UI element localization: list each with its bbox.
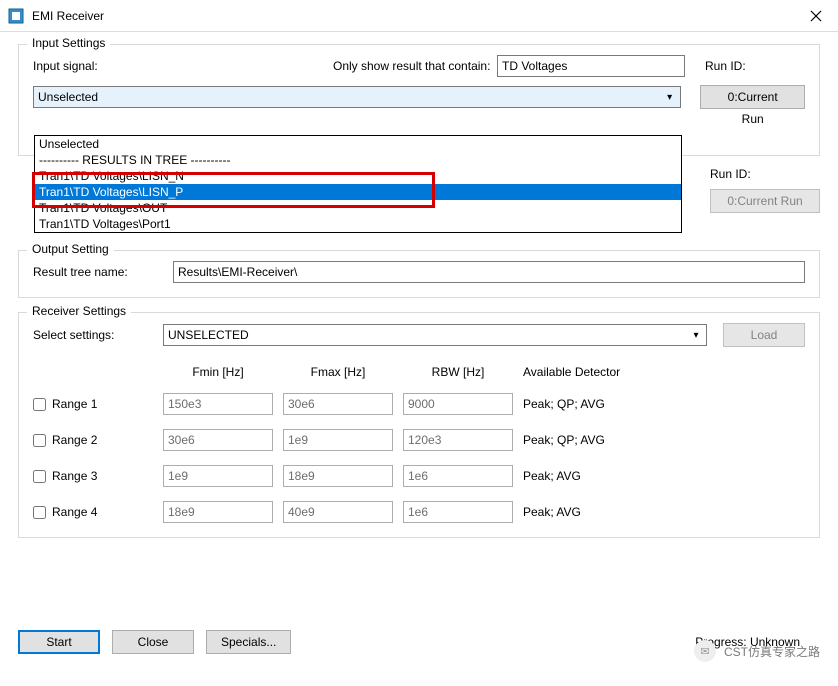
run-id-button-1[interactable]: 0:Current Run [700,85,805,109]
receiver-settings-group: Receiver Settings Select settings: UNSEL… [18,312,820,538]
run-id-label-1: Run ID: [705,59,765,73]
input-signal-combo-text: Unselected [38,90,662,104]
range-label: Range 3 [52,469,97,483]
select-settings-text: UNSELECTED [168,328,688,342]
close-icon[interactable] [802,2,830,30]
select-settings-combo[interactable]: UNSELECTED ▾ [163,324,707,346]
range-detector-text: Peak; QP; AVG [523,433,805,447]
result-tree-label: Result tree name: [33,265,173,279]
range-detector-text: Peak; AVG [523,505,805,519]
close-button[interactable]: Close [112,630,194,654]
input-settings-legend: Input Settings [27,36,110,50]
range-checkbox[interactable]: Range 3 [33,469,153,483]
dropdown-item[interactable]: Tran1\TD Voltages\LISN_N [35,168,681,184]
receiver-settings-legend: Receiver Settings [27,304,131,318]
title-bar: EMI Receiver [0,0,838,32]
run-id-label-2: Run ID: [710,167,820,181]
select-settings-label: Select settings: [33,328,163,342]
specials-button[interactable]: Specials... [206,630,291,654]
dropdown-item[interactable]: Unselected [35,136,681,152]
range-detector-text: Peak; QP; AVG [523,397,805,411]
range-fmin-input [163,393,273,415]
output-setting-legend: Output Setting [27,242,114,256]
dropdown-item[interactable]: ---------- RESULTS IN TREE ---------- [35,152,681,168]
range-fmin-input [163,429,273,451]
range-rbw-input [403,393,513,415]
range-fmax-input [283,465,393,487]
wechat-icon: ✉ [694,640,716,662]
range-rbw-input [403,429,513,451]
range-fmax-input [283,501,393,523]
col-fmin: Fmin [Hz] [163,365,273,379]
chevron-down-icon: ▾ [662,92,678,103]
window-title: EMI Receiver [32,9,802,23]
ranges-grid: Fmin [Hz] Fmax [Hz] RBW [Hz] Available D… [33,365,805,523]
dropdown-item[interactable]: Tran1\TD Voltages\LISN_P [35,184,681,200]
range-checkbox[interactable]: Range 2 [33,433,153,447]
col-rbw: RBW [Hz] [403,365,513,379]
watermark-text: CST仿真专家之路 [724,643,820,660]
range-check[interactable] [33,506,46,519]
result-tree-input[interactable] [173,261,805,283]
col-fmax: Fmax [Hz] [283,365,393,379]
filter-input[interactable] [497,55,685,77]
watermark: ✉ CST仿真专家之路 [694,640,820,662]
app-icon [8,8,24,24]
range-fmax-input [283,429,393,451]
col-det: Available Detector [523,365,805,379]
chevron-down-icon: ▾ [688,330,704,341]
range-rbw-input [403,501,513,523]
range-fmin-input [163,501,273,523]
range-checkbox[interactable]: Range 1 [33,397,153,411]
load-button: Load [723,323,805,347]
run-id-button-2: 0:Current Run [710,189,820,213]
range-checkbox[interactable]: Range 4 [33,505,153,519]
filter-label: Only show result that contain: [333,59,497,73]
range-check[interactable] [33,398,46,411]
range-detector-text: Peak; AVG [523,469,805,483]
range-check[interactable] [33,434,46,447]
dropdown-item[interactable]: Tran1\TD Voltages\Port1 [35,216,681,232]
input-signal-dropdown[interactable]: Unselected---------- RESULTS IN TREE ---… [34,135,682,233]
output-setting-group: Output Setting Result tree name: [18,250,820,298]
input-signal-combo[interactable]: Unselected ▾ [33,86,681,108]
start-button[interactable]: Start [18,630,100,654]
range-check[interactable] [33,470,46,483]
range-label: Range 1 [52,397,97,411]
range-fmax-input [283,393,393,415]
range-fmin-input [163,465,273,487]
range-label: Range 2 [52,433,97,447]
range-label: Range 4 [52,505,97,519]
range-rbw-input [403,465,513,487]
input-signal-label: Input signal: [33,59,333,73]
dropdown-item[interactable]: Tran1\TD Voltages\OUT [35,200,681,216]
